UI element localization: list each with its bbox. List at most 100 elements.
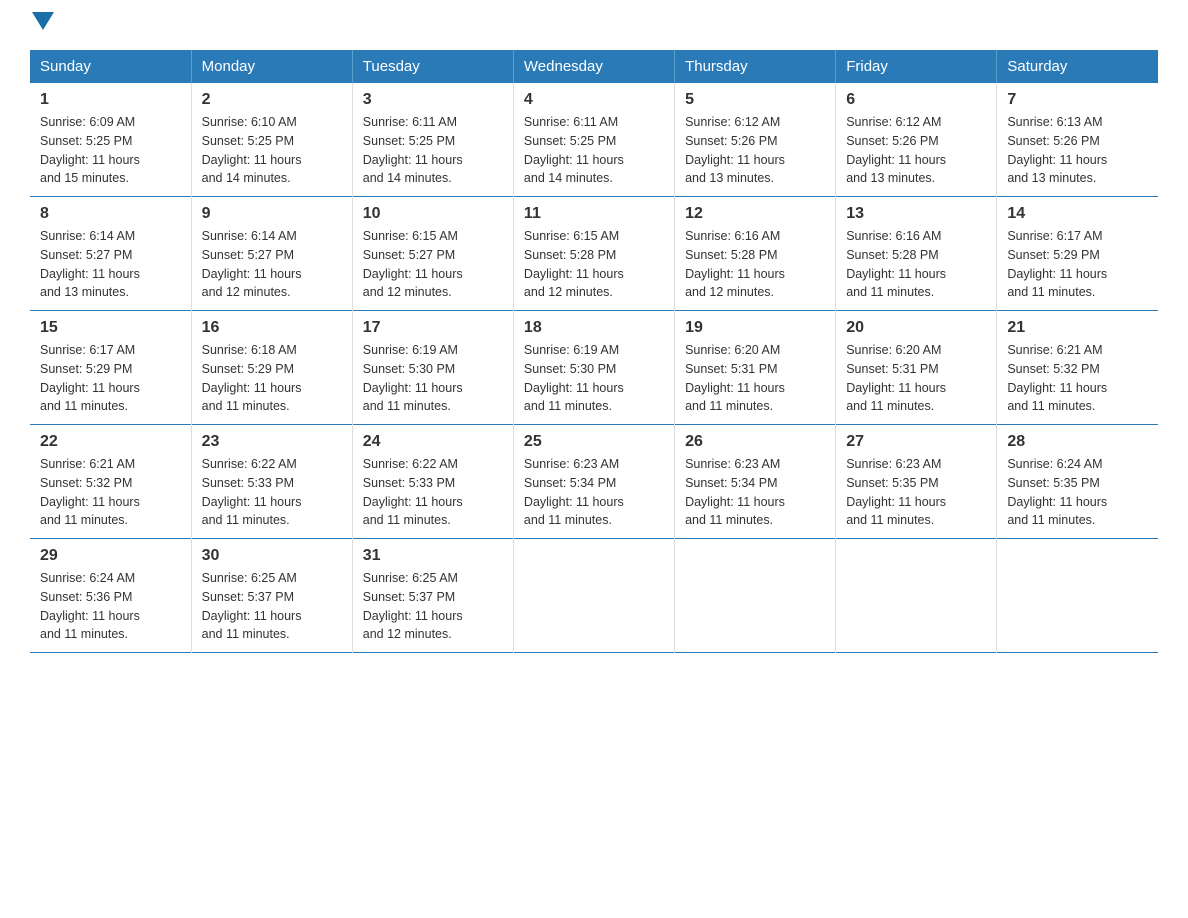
day-number: 25 [524,433,664,451]
day-number: 10 [363,205,503,223]
day-info: Sunrise: 6:25 AM Sunset: 5:37 PM Dayligh… [202,569,342,644]
day-info: Sunrise: 6:14 AM Sunset: 5:27 PM Dayligh… [202,227,342,302]
day-cell: 15 Sunrise: 6:17 AM Sunset: 5:29 PM Dayli… [30,311,191,425]
day-number: 3 [363,91,503,109]
day-number: 22 [40,433,181,451]
day-info: Sunrise: 6:17 AM Sunset: 5:29 PM Dayligh… [1007,227,1148,302]
day-cell: 2Sunrise: 6:10 AM Sunset: 5:25 PM Daylig… [191,83,352,197]
day-cell: 13 Sunrise: 6:16 AM Sunset: 5:28 PM Dayli… [836,197,997,311]
day-info: Sunrise: 6:24 AM Sunset: 5:35 PM Dayligh… [1007,455,1148,530]
day-cell [997,539,1158,653]
header-cell-friday: Friday [836,50,997,83]
day-info: Sunrise: 6:21 AM Sunset: 5:32 PM Dayligh… [40,455,181,530]
day-cell: 8 Sunrise: 6:14 AM Sunset: 5:27 PM Daylig… [30,197,191,311]
day-cell: 26Sunrise: 6:23 AM Sunset: 5:34 PM Dayli… [675,425,836,539]
day-number: 16 [202,319,342,337]
day-cell: 16 Sunrise: 6:18 AM Sunset: 5:29 PM Dayli… [191,311,352,425]
day-number: 17 [363,319,503,337]
day-cell: 17 Sunrise: 6:19 AM Sunset: 5:30 PM Dayli… [352,311,513,425]
day-cell: 24Sunrise: 6:22 AM Sunset: 5:33 PM Dayli… [352,425,513,539]
day-info: Sunrise: 6:11 AM Sunset: 5:25 PM Dayligh… [524,113,664,188]
day-info: Sunrise: 6:20 AM Sunset: 5:31 PM Dayligh… [685,341,825,416]
day-cell: 11Sunrise: 6:15 AM Sunset: 5:28 PM Dayli… [513,197,674,311]
day-cell: 19 Sunrise: 6:20 AM Sunset: 5:31 PM Dayli… [675,311,836,425]
day-number: 6 [846,91,986,109]
day-number: 8 [40,205,181,223]
day-cell: 6 Sunrise: 6:12 AM Sunset: 5:26 PM Daylig… [836,83,997,197]
week-row-3: 15 Sunrise: 6:17 AM Sunset: 5:29 PM Dayli… [30,311,1158,425]
day-number: 13 [846,205,986,223]
day-info: Sunrise: 6:23 AM Sunset: 5:34 PM Dayligh… [524,455,664,530]
day-info: Sunrise: 6:12 AM Sunset: 5:26 PM Dayligh… [685,113,825,188]
day-cell: 29 Sunrise: 6:24 AM Sunset: 5:36 PM Dayli… [30,539,191,653]
logo-triangle-icon [32,12,54,34]
day-info: Sunrise: 6:18 AM Sunset: 5:29 PM Dayligh… [202,341,342,416]
header-cell-wednesday: Wednesday [513,50,674,83]
day-cell: 31 Sunrise: 6:25 AM Sunset: 5:37 PM Dayli… [352,539,513,653]
day-number: 1 [40,91,181,109]
day-number: 5 [685,91,825,109]
week-row-2: 8 Sunrise: 6:14 AM Sunset: 5:27 PM Daylig… [30,197,1158,311]
day-info: Sunrise: 6:20 AM Sunset: 5:31 PM Dayligh… [846,341,986,416]
day-number: 12 [685,205,825,223]
calendar-table: SundayMondayTuesdayWednesdayThursdayFrid… [30,50,1158,653]
day-cell: 1 Sunrise: 6:09 AM Sunset: 5:25 PM Daylig… [30,83,191,197]
day-info: Sunrise: 6:19 AM Sunset: 5:30 PM Dayligh… [363,341,503,416]
day-info: Sunrise: 6:10 AM Sunset: 5:25 PM Dayligh… [202,113,342,188]
day-cell: 4 Sunrise: 6:11 AM Sunset: 5:25 PM Daylig… [513,83,674,197]
day-info: Sunrise: 6:21 AM Sunset: 5:32 PM Dayligh… [1007,341,1148,416]
day-info: Sunrise: 6:22 AM Sunset: 5:33 PM Dayligh… [363,455,503,530]
week-row-1: 1 Sunrise: 6:09 AM Sunset: 5:25 PM Daylig… [30,83,1158,197]
day-number: 31 [363,547,503,565]
day-info: Sunrise: 6:16 AM Sunset: 5:28 PM Dayligh… [685,227,825,302]
day-cell: 28 Sunrise: 6:24 AM Sunset: 5:35 PM Dayli… [997,425,1158,539]
day-info: Sunrise: 6:16 AM Sunset: 5:28 PM Dayligh… [846,227,986,302]
day-info: Sunrise: 6:24 AM Sunset: 5:36 PM Dayligh… [40,569,181,644]
day-cell: 22 Sunrise: 6:21 AM Sunset: 5:32 PM Dayli… [30,425,191,539]
day-cell: 9 Sunrise: 6:14 AM Sunset: 5:27 PM Daylig… [191,197,352,311]
day-cell: 27 Sunrise: 6:23 AM Sunset: 5:35 PM Dayli… [836,425,997,539]
day-cell: 18 Sunrise: 6:19 AM Sunset: 5:30 PM Dayli… [513,311,674,425]
day-number: 20 [846,319,986,337]
day-number: 11 [524,205,664,223]
day-number: 28 [1007,433,1148,451]
week-row-4: 22 Sunrise: 6:21 AM Sunset: 5:32 PM Dayli… [30,425,1158,539]
day-cell: 7Sunrise: 6:13 AM Sunset: 5:26 PM Daylig… [997,83,1158,197]
day-info: Sunrise: 6:23 AM Sunset: 5:34 PM Dayligh… [685,455,825,530]
day-number: 9 [202,205,342,223]
calendar-header: SundayMondayTuesdayWednesdayThursdayFrid… [30,50,1158,83]
day-cell [675,539,836,653]
header-cell-sunday: Sunday [30,50,191,83]
day-cell: 10Sunrise: 6:15 AM Sunset: 5:27 PM Dayli… [352,197,513,311]
day-number: 19 [685,319,825,337]
day-cell: 21 Sunrise: 6:21 AM Sunset: 5:32 PM Dayli… [997,311,1158,425]
day-cell: 30Sunrise: 6:25 AM Sunset: 5:37 PM Dayli… [191,539,352,653]
day-number: 27 [846,433,986,451]
day-number: 18 [524,319,664,337]
day-info: Sunrise: 6:19 AM Sunset: 5:30 PM Dayligh… [524,341,664,416]
header-cell-saturday: Saturday [997,50,1158,83]
day-info: Sunrise: 6:17 AM Sunset: 5:29 PM Dayligh… [40,341,181,416]
header-cell-tuesday: Tuesday [352,50,513,83]
day-number: 23 [202,433,342,451]
day-number: 29 [40,547,181,565]
day-info: Sunrise: 6:25 AM Sunset: 5:37 PM Dayligh… [363,569,503,644]
day-cell: 12 Sunrise: 6:16 AM Sunset: 5:28 PM Dayli… [675,197,836,311]
header-cell-monday: Monday [191,50,352,83]
day-info: Sunrise: 6:23 AM Sunset: 5:35 PM Dayligh… [846,455,986,530]
day-info: Sunrise: 6:13 AM Sunset: 5:26 PM Dayligh… [1007,113,1148,188]
day-cell: 20 Sunrise: 6:20 AM Sunset: 5:31 PM Dayli… [836,311,997,425]
day-cell: 23 Sunrise: 6:22 AM Sunset: 5:33 PM Dayli… [191,425,352,539]
day-info: Sunrise: 6:09 AM Sunset: 5:25 PM Dayligh… [40,113,181,188]
week-row-5: 29 Sunrise: 6:24 AM Sunset: 5:36 PM Dayli… [30,539,1158,653]
day-number: 15 [40,319,181,337]
day-info: Sunrise: 6:14 AM Sunset: 5:27 PM Dayligh… [40,227,181,302]
day-info: Sunrise: 6:12 AM Sunset: 5:26 PM Dayligh… [846,113,986,188]
day-info: Sunrise: 6:22 AM Sunset: 5:33 PM Dayligh… [202,455,342,530]
page-header [30,20,1158,30]
day-number: 4 [524,91,664,109]
day-cell: 5 Sunrise: 6:12 AM Sunset: 5:26 PM Daylig… [675,83,836,197]
day-cell [836,539,997,653]
day-cell [513,539,674,653]
day-number: 21 [1007,319,1148,337]
